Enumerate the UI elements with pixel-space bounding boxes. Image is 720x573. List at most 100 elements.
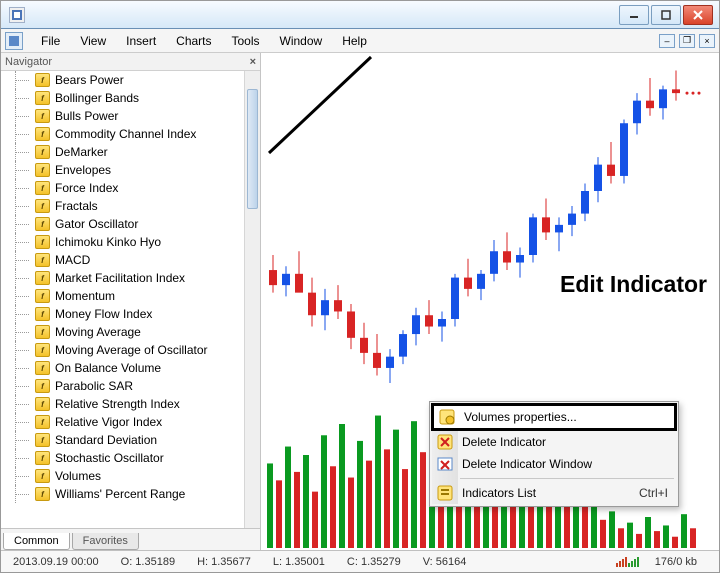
- navigator-item-label: Money Flow Index: [55, 307, 152, 321]
- navigator-item-label: Commodity Channel Index: [55, 127, 196, 141]
- mdi-restore-button[interactable]: ❐: [679, 34, 695, 48]
- indicator-icon: f: [35, 487, 50, 501]
- navigator-item-label: On Balance Volume: [55, 361, 161, 375]
- status-datetime: 2013.09.19 00:00: [7, 556, 115, 568]
- context-menu-list-label: Indicators List: [462, 486, 536, 500]
- navigator-item[interactable]: fMACD: [1, 251, 244, 269]
- indicator-icon: f: [35, 361, 50, 375]
- navigator-item[interactable]: fForce Index: [1, 179, 244, 197]
- navigator-item[interactable]: f Momentum: [1, 287, 244, 305]
- navigator-item-label: DeMarker: [55, 145, 108, 159]
- navigator-item-label: Relative Strength Index: [55, 397, 180, 411]
- menu-help[interactable]: Help: [332, 31, 377, 51]
- context-menu-properties[interactable]: Volumes properties...: [431, 403, 677, 431]
- navigator-item[interactable]: f Ichimoku Kinko Hyo: [1, 233, 244, 251]
- context-menu-delete-window-label: Delete Indicator Window: [462, 457, 592, 471]
- navigator-item[interactable]: fFractals: [1, 197, 244, 215]
- navigator-item-label: Bulls Power: [55, 109, 118, 123]
- context-menu-indicators-list[interactable]: Indicators List Ctrl+I: [432, 482, 676, 504]
- navigator-item[interactable]: f Market Facilitation Index: [1, 269, 244, 287]
- context-menu: Volumes properties... Delete Indicator D…: [429, 401, 679, 507]
- navigator-item-label: Standard Deviation: [55, 433, 157, 447]
- close-button[interactable]: [683, 5, 713, 25]
- navigator-item-label: Gator Oscillator: [55, 217, 138, 231]
- navigator-item-label: Stochastic Oscillator: [55, 451, 164, 465]
- navigator-close-icon[interactable]: ×: [250, 56, 256, 68]
- indicator-icon: f: [35, 163, 50, 177]
- menu-insert[interactable]: Insert: [116, 31, 166, 51]
- minimize-button[interactable]: [619, 5, 649, 25]
- context-menu-delete-window[interactable]: Delete Indicator Window: [432, 453, 676, 475]
- mdi-minimize-button[interactable]: ‒: [659, 34, 675, 48]
- navigator-item[interactable]: f On Balance Volume: [1, 359, 244, 377]
- navigator-item[interactable]: fMoving Average: [1, 323, 244, 341]
- menu-bar: File View Insert Charts Tools Window Hel…: [1, 29, 719, 53]
- navigator-item-label: Bears Power: [55, 73, 124, 87]
- scrollbar-thumb[interactable]: [247, 89, 258, 209]
- maximize-button[interactable]: [651, 5, 681, 25]
- navigator-item[interactable]: f Money Flow Index: [1, 305, 244, 323]
- status-high: H: 1.35677: [191, 556, 267, 568]
- navigator-item[interactable]: f DeMarker: [1, 143, 244, 161]
- navigator-item[interactable]: f Relative Strength Index: [1, 395, 244, 413]
- navigator-item[interactable]: f Standard Deviation: [1, 431, 244, 449]
- tab-common[interactable]: Common: [3, 533, 70, 550]
- window-controls: [617, 5, 713, 25]
- navigator-title: Navigator: [5, 56, 52, 68]
- context-menu-delete-indicator[interactable]: Delete Indicator: [432, 431, 676, 453]
- indicator-icon: f: [35, 379, 50, 393]
- navigator-item[interactable]: fBulls Power: [1, 107, 244, 125]
- navigator-item-label: Moving Average: [55, 325, 141, 339]
- indicator-icon: f: [35, 127, 50, 141]
- connection-icon: [616, 557, 639, 567]
- navigator-item[interactable]: f Parabolic SAR: [1, 377, 244, 395]
- navigator-item[interactable]: fWilliams' Percent Range: [1, 485, 244, 503]
- indicator-icon: f: [35, 253, 50, 267]
- tab-favorites[interactable]: Favorites: [72, 533, 139, 550]
- status-bar: 2013.09.19 00:00 O: 1.35189 H: 1.35677 L…: [1, 550, 719, 572]
- indicator-icon: f: [35, 199, 50, 213]
- chart-area[interactable]: Edit Indicator Volumes properties... Del…: [261, 53, 719, 550]
- app-icon: [9, 7, 25, 23]
- navigator-item[interactable]: f Commodity Channel Index: [1, 125, 244, 143]
- indicator-icon: f: [35, 235, 50, 249]
- navigator-item[interactable]: fBollinger Bands: [1, 89, 244, 107]
- menu-charts[interactable]: Charts: [166, 31, 221, 51]
- navigator-panel: Navigator × f Bears Power fBollinger Bands…: [1, 53, 261, 550]
- status-low: L: 1.35001: [267, 556, 341, 568]
- delete-window-icon: [437, 456, 453, 472]
- context-menu-delete-label: Delete Indicator: [462, 435, 546, 449]
- indicator-icon: f: [35, 397, 50, 411]
- navigator-item[interactable]: fStochastic Oscillator: [1, 449, 244, 467]
- navigator-item[interactable]: fGator Oscillator: [1, 215, 244, 233]
- mdi-close-button[interactable]: ×: [699, 34, 715, 48]
- navigator-item-label: Ichimoku Kinko Hyo: [55, 235, 161, 249]
- indicator-icon: f: [35, 73, 50, 87]
- navigator-item[interactable]: f Bears Power: [1, 71, 244, 89]
- navigator-item-label: Envelopes: [55, 163, 111, 177]
- navigator-tree[interactable]: fBears PowerfBollinger BandsfBulls Power…: [1, 71, 260, 528]
- menu-window[interactable]: Window: [270, 31, 333, 51]
- navigator-item[interactable]: fVolumes: [1, 467, 244, 485]
- menu-file[interactable]: File: [31, 31, 70, 51]
- navigator-item-label: Market Facilitation Index: [55, 271, 185, 285]
- navigator-item-label: Volumes: [55, 469, 101, 483]
- menu-tools[interactable]: Tools: [222, 31, 270, 51]
- indicator-icon: f: [35, 415, 50, 429]
- indicator-icon: f: [35, 433, 50, 447]
- navigator-scrollbar[interactable]: [244, 71, 260, 528]
- navigator-item[interactable]: f Envelopes: [1, 161, 244, 179]
- indicator-icon: f: [35, 289, 50, 303]
- menu-view[interactable]: View: [70, 31, 116, 51]
- window-titlebar: [1, 1, 719, 29]
- app-menu-icon[interactable]: [5, 32, 23, 50]
- navigator-item-label: Parabolic SAR: [55, 379, 133, 393]
- indicator-icon: f: [35, 145, 50, 159]
- indicator-icon: f: [35, 307, 50, 321]
- context-menu-separator: [460, 478, 674, 479]
- status-volume: V: 56164: [417, 556, 483, 568]
- indicator-icon: f: [35, 271, 50, 285]
- navigator-item[interactable]: fRelative Vigor Index: [1, 413, 244, 431]
- navigator-item-label: Momentum: [55, 289, 115, 303]
- navigator-item[interactable]: fMoving Average of Oscillator: [1, 341, 244, 359]
